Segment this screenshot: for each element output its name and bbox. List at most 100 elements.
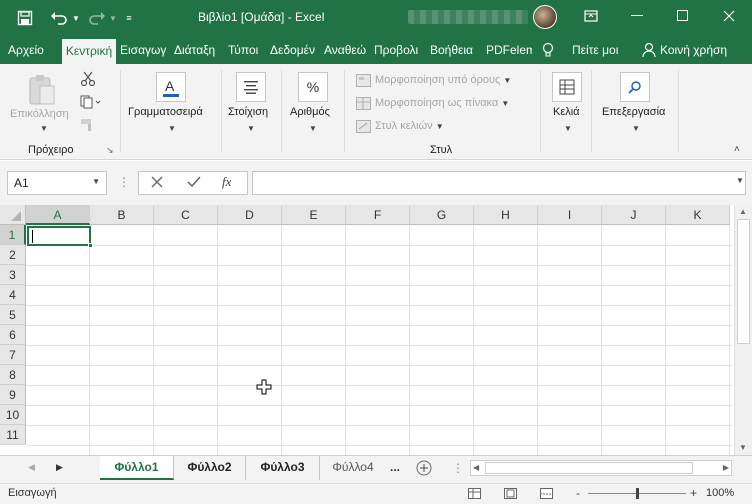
format-painter-icon[interactable] <box>80 118 96 135</box>
column-header-j[interactable]: J <box>602 205 666 225</box>
magnifier-icon[interactable] <box>620 72 650 102</box>
avatar[interactable] <box>533 5 557 29</box>
format-as-table-icon[interactable] <box>356 97 372 114</box>
editing-dropdown-icon[interactable]: ▼ <box>632 124 640 133</box>
normal-view-icon[interactable] <box>468 488 482 503</box>
vertical-scrollbar[interactable]: ▲ ▼ <box>734 205 752 455</box>
page-layout-icon[interactable] <box>504 488 518 503</box>
column-header-i[interactable]: I <box>538 205 602 225</box>
column-header-g[interactable]: G <box>410 205 474 225</box>
scroll-thumb[interactable] <box>737 219 750 344</box>
column-header-c[interactable]: C <box>154 205 218 225</box>
active-cell-a1[interactable] <box>27 226 93 248</box>
fill-handle[interactable] <box>88 243 93 248</box>
cut-icon[interactable] <box>80 71 96 90</box>
undo-icon[interactable] <box>48 7 70 29</box>
expand-formula-icon[interactable]: ▼ <box>736 176 744 185</box>
cell-styles-icon[interactable] <box>356 120 372 137</box>
sheet-tab-3[interactable]: Φύλλο3 <box>246 456 320 480</box>
zoom-out-button[interactable]: - <box>576 486 580 500</box>
number-label[interactable]: Αριθμός <box>290 106 330 118</box>
scroll-up-icon[interactable]: ▲ <box>739 207 747 216</box>
close-button[interactable] <box>706 0 752 32</box>
row-header-5[interactable]: 5 <box>0 305 26 325</box>
row-header-1[interactable]: 1 <box>0 225 26 245</box>
cancel-icon[interactable] <box>150 175 164 192</box>
tab-pdfelement[interactable]: PDFelem <box>486 36 532 64</box>
font-dropdown-icon[interactable]: ▼ <box>168 124 176 133</box>
editing-label[interactable]: Επεξεργασία <box>602 106 665 118</box>
share-button[interactable]: Κοινή χρήση <box>660 36 750 64</box>
paste-dropdown-icon[interactable]: ▼ <box>40 124 48 133</box>
number-format-icon[interactable]: % <box>298 72 328 102</box>
prev-sheet-icon[interactable]: ◀ <box>28 462 35 473</box>
tab-formulas[interactable]: Τύποι <box>228 36 266 64</box>
row-header-4[interactable]: 4 <box>0 285 26 305</box>
tab-data[interactable]: Δεδομέν <box>270 36 320 64</box>
alignment-icon[interactable] <box>236 72 266 102</box>
scroll-left-icon[interactable]: ◀ <box>473 463 479 472</box>
enter-check-icon[interactable] <box>186 175 202 192</box>
row-header-6[interactable]: 6 <box>0 325 26 345</box>
zoom-in-button[interactable]: + <box>690 486 697 500</box>
tab-home[interactable]: Κεντρική <box>62 39 116 64</box>
font-icon[interactable]: A <box>156 72 186 102</box>
sheet-tab-4[interactable]: Φύλλο4 <box>320 456 386 480</box>
paste-label[interactable]: Επικόλληση <box>10 108 69 120</box>
alignment-dropdown-icon[interactable]: ▼ <box>247 124 255 133</box>
column-header-d[interactable]: D <box>218 205 282 225</box>
column-header-k[interactable]: K <box>666 205 730 225</box>
horizontal-scrollbar[interactable]: ◀ ▶ <box>470 460 732 476</box>
name-box[interactable]: A1 ▼ <box>7 171 107 195</box>
minimize-button[interactable] <box>614 0 660 32</box>
select-all-corner[interactable] <box>0 205 26 225</box>
sheet-tab-1[interactable]: Φύλλο1 <box>100 456 174 480</box>
column-header-a[interactable]: A <box>26 205 90 225</box>
column-header-e[interactable]: E <box>282 205 346 225</box>
cell-styles-button[interactable]: Στυλ κελιών ▼ <box>375 120 444 132</box>
row-header-2[interactable]: 2 <box>0 245 26 265</box>
alignment-label[interactable]: Στοίχιση <box>228 106 268 118</box>
row-header-8[interactable]: 8 <box>0 365 26 385</box>
next-sheet-icon[interactable]: ▶ <box>56 462 63 473</box>
tab-help[interactable]: Βοήθεια <box>430 36 482 64</box>
worksheet-grid[interactable]: ABCDEFGHIJK 1 2 3 4 5 6 7 8 9 10 11 <box>0 205 752 455</box>
row-header-9[interactable]: 9 <box>0 385 26 405</box>
scroll-right-icon[interactable]: ▶ <box>723 463 729 472</box>
tell-me-search[interactable]: Πείτε μοι <box>572 36 630 64</box>
collapse-ribbon-icon[interactable]: ˄ <box>734 144 740 155</box>
tab-review[interactable]: Αναθεώ <box>324 36 370 64</box>
paste-icon[interactable] <box>26 72 58 111</box>
tab-file[interactable]: Αρχείο <box>8 36 60 64</box>
cells-label[interactable]: Κελιά <box>553 106 580 118</box>
plus-circle-icon[interactable] <box>416 460 432 479</box>
row-header-3[interactable]: 3 <box>0 265 26 285</box>
sheet-tab-2[interactable]: Φύλλο2 <box>174 456 246 480</box>
formula-input[interactable] <box>252 171 746 195</box>
column-header-h[interactable]: H <box>474 205 538 225</box>
save-icon[interactable] <box>14 7 36 29</box>
row-header-11[interactable]: 11 <box>0 425 26 445</box>
number-dropdown-icon[interactable]: ▼ <box>309 124 317 133</box>
column-header-b[interactable]: B <box>90 205 154 225</box>
undo-dropdown-icon[interactable]: ▼ <box>70 7 82 29</box>
redo-icon[interactable] <box>86 7 108 29</box>
cells-dropdown-icon[interactable]: ▼ <box>564 124 572 133</box>
copy-icon[interactable] <box>80 95 102 112</box>
tab-insert[interactable]: Εισαγωγ <box>120 36 172 64</box>
page-break-preview-icon[interactable] <box>540 488 554 503</box>
conditional-formatting-icon[interactable] <box>356 74 372 91</box>
clipboard-launcher-icon[interactable]: ↘ <box>106 145 114 156</box>
lightbulb-icon[interactable] <box>542 36 556 64</box>
insert-function-icon[interactable]: fx <box>222 174 231 190</box>
more-sheets[interactable]: ... <box>390 460 400 474</box>
share-person-icon[interactable] <box>642 36 658 64</box>
conditional-formatting-button[interactable]: Μορφοποίηση υπό όρους ▼ <box>375 74 511 86</box>
column-header-f[interactable]: F <box>346 205 410 225</box>
h-scroll-thumb[interactable] <box>485 462 693 474</box>
zoom-slider-thumb[interactable] <box>636 488 639 499</box>
customize-qat-icon[interactable]: ≡ <box>122 7 136 29</box>
scroll-down-icon[interactable]: ▼ <box>739 443 747 452</box>
row-header-10[interactable]: 10 <box>0 405 26 425</box>
ribbon-display-options-icon[interactable] <box>568 0 614 32</box>
